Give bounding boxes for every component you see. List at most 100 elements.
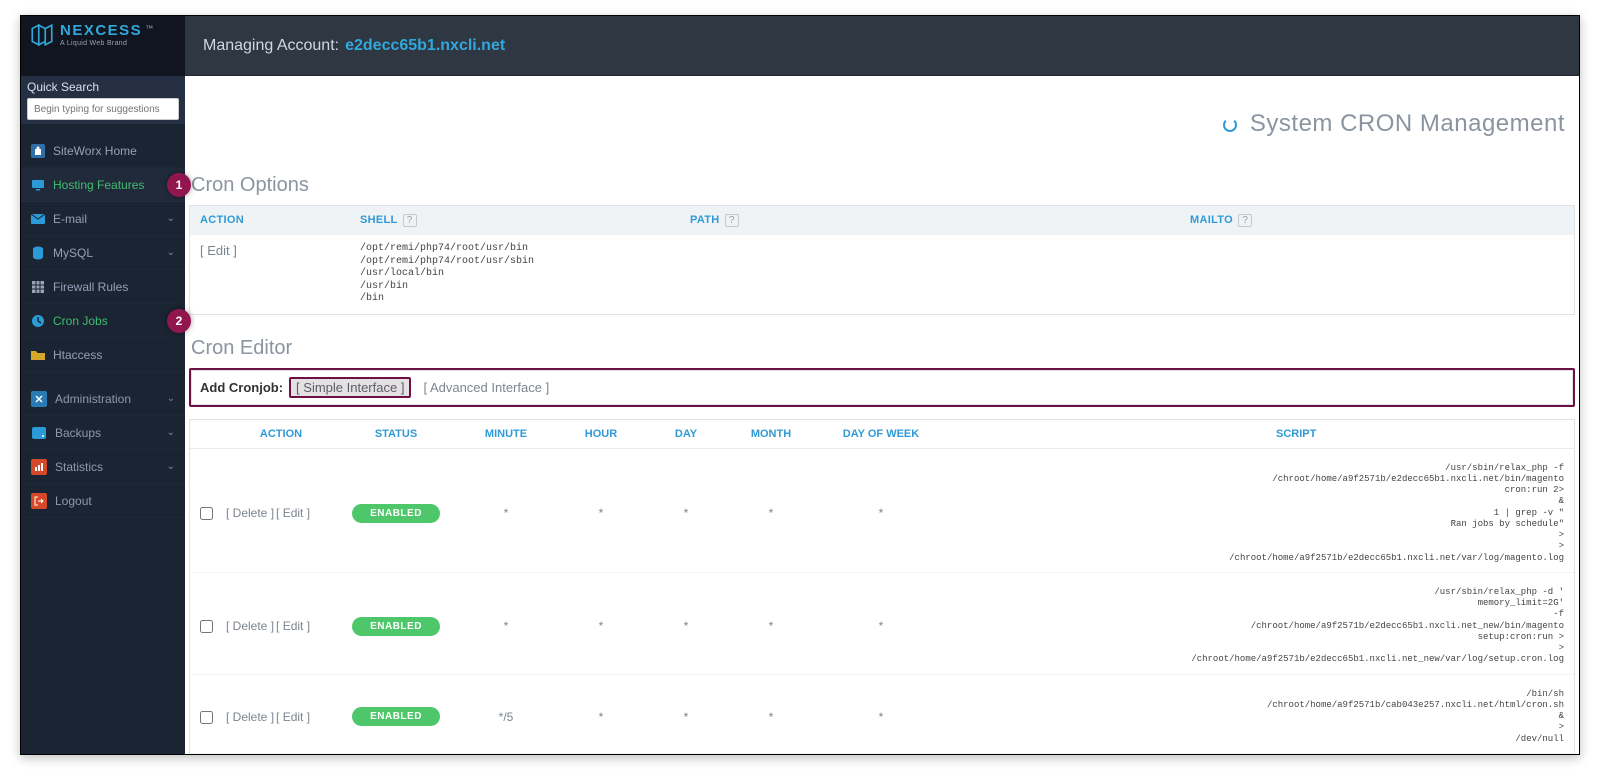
col-header-minute: MINUTE	[456, 428, 556, 440]
minute-value: *	[456, 619, 556, 633]
cron-options-edit-link[interactable]: [ Edit ]	[200, 243, 237, 258]
chart-icon	[31, 459, 47, 475]
col-header-path: PATH ?	[690, 214, 1190, 227]
col-header-day-of-week: DAY OF WEEK	[816, 428, 946, 440]
add-cronjob-label: Add Cronjob:	[200, 380, 283, 395]
sidebar-item-administration[interactable]: Administration ⌄	[21, 382, 185, 416]
cron-options-panel: ACTION SHELL ? PATH ? MAILTO ? [ Edit ] …	[189, 205, 1575, 315]
sidebar-item-statistics[interactable]: Statistics ⌄	[21, 450, 185, 484]
page-title: System CRON Management	[1223, 110, 1565, 138]
hour-value: *	[556, 619, 646, 633]
script-value: /usr/sbin/relax_php -f /chroot/home/a9f2…	[946, 463, 1564, 564]
month-value: *	[726, 619, 816, 633]
hour-value: *	[556, 506, 646, 520]
col-header-day: DAY	[646, 428, 726, 440]
day-value: *	[646, 710, 726, 724]
folder-icon	[31, 348, 45, 362]
month-value: *	[726, 710, 816, 724]
spinner-icon	[1223, 118, 1237, 132]
minute-value: */5	[456, 710, 556, 724]
top-bar: Managing Account: e2decc65b1.nxcli.net	[185, 16, 1579, 76]
status-badge: ENABLED	[352, 504, 440, 523]
account-hostname: e2decc65b1.nxcli.net	[345, 37, 505, 55]
col-header-status: STATUS	[336, 428, 456, 440]
row-checkbox[interactable]	[200, 620, 213, 633]
add-cronjob-row-highlight: Add Cronjob: [ Simple Interface ] [ Adva…	[189, 368, 1575, 407]
table-row: [ Delete ][ Edit ] ENABLED * * * * * /us…	[190, 449, 1574, 573]
sidebar-item-backups[interactable]: Backups ⌄	[21, 416, 185, 450]
sidebar-item-htaccess[interactable]: Htaccess	[21, 338, 185, 372]
edit-link[interactable]: [ Edit ]	[276, 710, 310, 724]
help-icon[interactable]: ?	[1238, 214, 1252, 227]
db-icon	[31, 246, 45, 260]
chevron-down-icon: ⌄	[167, 461, 175, 472]
status-badge: ENABLED	[352, 617, 440, 636]
brand-logo-block: NEXCESS A Liquid Web Brand ™	[21, 16, 185, 76]
quick-search-label: Quick Search	[27, 80, 179, 94]
edit-link[interactable]: [ Edit ]	[276, 619, 310, 633]
sidebar-item-cron-jobs[interactable]: Cron Jobs 2	[21, 304, 185, 338]
brand-name: NEXCESS	[60, 23, 142, 38]
col-header-mailto: MAILTO ?	[1190, 214, 1564, 227]
delete-link[interactable]: [ Delete ]	[226, 506, 274, 520]
sidebar-item-siteworx-home[interactable]: SiteWorx Home	[21, 134, 185, 168]
script-value: /bin/sh /chroot/home/a9f2571b/cab043e257…	[946, 689, 1564, 745]
home-icon	[31, 144, 45, 158]
cron-path-value: /opt/remi/php74/root/usr/bin /opt/remi/p…	[360, 243, 690, 306]
sidebar: NEXCESS A Liquid Web Brand ™ Quick Searc…	[21, 16, 185, 754]
help-icon[interactable]: ?	[725, 214, 739, 227]
dow-value: *	[816, 710, 946, 724]
delete-link[interactable]: [ Delete ]	[226, 619, 274, 633]
dow-value: *	[816, 506, 946, 520]
edit-link[interactable]: [ Edit ]	[276, 506, 310, 520]
col-header-action: ACTION	[226, 428, 336, 440]
col-header-script: SCRIPT	[946, 428, 1564, 440]
sidebar-item-logout[interactable]: Logout	[21, 484, 185, 518]
table-row: [ Delete ][ Edit ] ENABLED */5 * * * * /…	[190, 675, 1574, 754]
section-cron-options-title: Cron Options	[191, 174, 1575, 197]
section-cron-editor-title: Cron Editor	[191, 337, 1575, 360]
col-header-action: ACTION	[200, 214, 360, 227]
table-row: [ Delete ][ Edit ] ENABLED * * * * * /us…	[190, 573, 1574, 675]
monitor-icon	[31, 178, 45, 192]
col-header-hour: HOUR	[556, 428, 646, 440]
sidebar-item-hosting-features[interactable]: Hosting Features ⌄ 1	[21, 168, 185, 202]
quick-search-input[interactable]	[27, 98, 179, 120]
managing-account-label: Managing Account:	[203, 37, 339, 55]
grid-icon	[31, 280, 45, 294]
clock-icon	[31, 314, 45, 328]
disk-icon	[31, 425, 47, 441]
chevron-down-icon: ⌄	[167, 213, 175, 224]
annotation-badge-1: 1	[167, 173, 191, 197]
main-content: System CRON Management Cron Options ACTI…	[185, 76, 1579, 754]
row-checkbox[interactable]	[200, 711, 213, 724]
row-checkbox[interactable]	[200, 507, 213, 520]
sidebar-item-email[interactable]: E-mail ⌄	[21, 202, 185, 236]
hour-value: *	[556, 710, 646, 724]
delete-link[interactable]: [ Delete ]	[226, 710, 274, 724]
dow-value: *	[816, 619, 946, 633]
minute-value: *	[456, 506, 556, 520]
status-badge: ENABLED	[352, 707, 440, 726]
chevron-down-icon: ⌄	[167, 427, 175, 438]
brand-logo-icon	[29, 22, 55, 48]
help-icon[interactable]: ?	[403, 214, 417, 227]
simple-interface-button[interactable]: [ Simple Interface ]	[289, 377, 411, 398]
chevron-down-icon: ⌄	[167, 247, 175, 258]
month-value: *	[726, 506, 816, 520]
day-value: *	[646, 506, 726, 520]
exit-icon	[31, 493, 47, 509]
trademark-icon: ™	[145, 24, 153, 33]
advanced-interface-button[interactable]: [ Advanced Interface ]	[417, 378, 555, 397]
sidebar-secondary-nav: Administration ⌄ Backups ⌄ Statistics ⌄ …	[21, 382, 185, 518]
col-header-shell: SHELL ?	[360, 214, 690, 227]
sidebar-item-mysql[interactable]: MySQL ⌄	[21, 236, 185, 270]
chevron-down-icon: ⌄	[167, 393, 175, 404]
sidebar-item-firewall-rules[interactable]: Firewall Rules	[21, 270, 185, 304]
sidebar-main-nav: SiteWorx Home Hosting Features ⌄ 1 E-mai…	[21, 124, 185, 372]
brand-subtitle: A Liquid Web Brand	[60, 40, 142, 47]
tools-icon	[31, 391, 47, 407]
annotation-badge-2: 2	[167, 309, 191, 333]
day-value: *	[646, 619, 726, 633]
cron-jobs-table: ACTION STATUS MINUTE HOUR DAY MONTH DAY …	[189, 419, 1575, 755]
